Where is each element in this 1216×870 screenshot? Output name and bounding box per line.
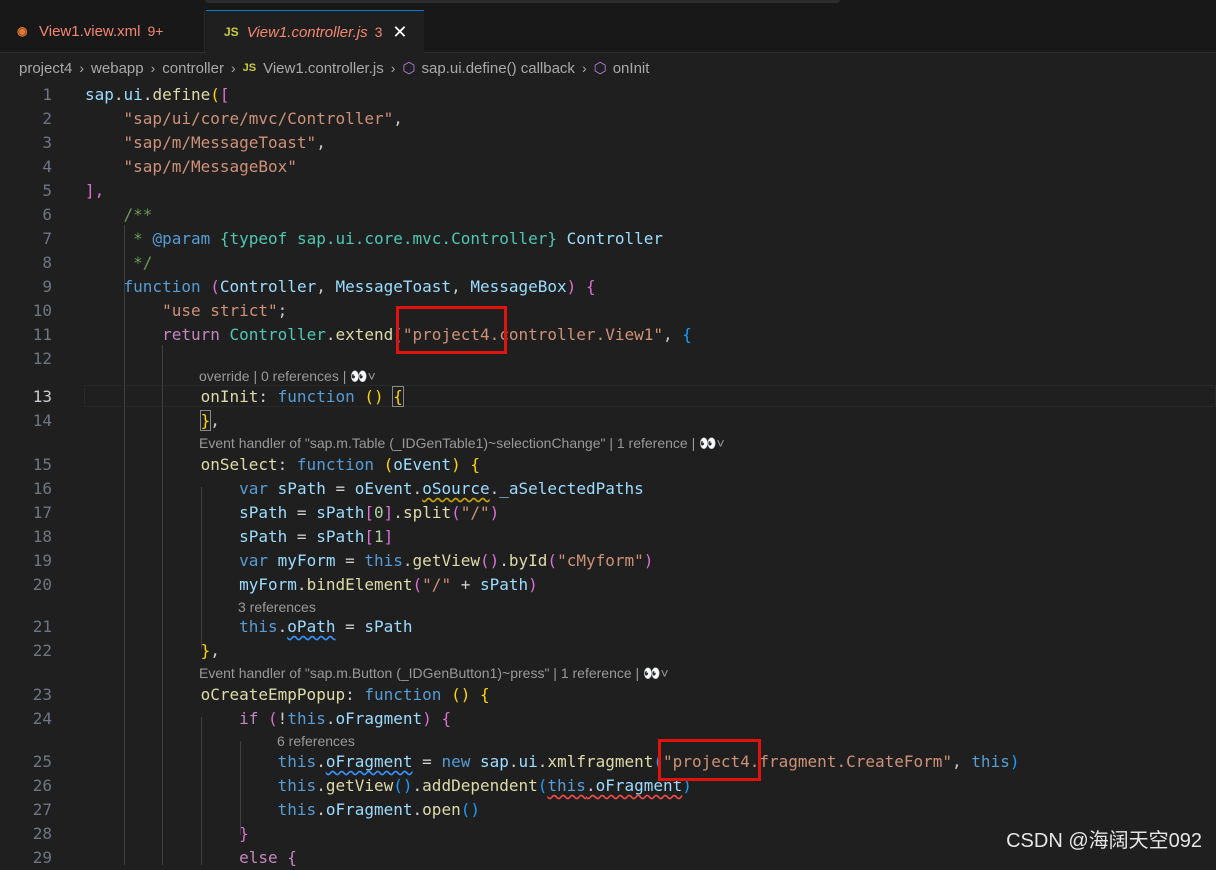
line-number: 7 <box>42 229 52 248</box>
code-line: 27 this.oFragment.open() <box>0 798 1216 822</box>
codelens-references[interactable]: 6 references <box>277 731 355 751</box>
tab-label: View1.controller.js <box>246 23 368 41</box>
line-number: 25 <box>32 752 52 771</box>
code-editor[interactable]: 1 sap.ui.define([ 2 "sap/ui/core/mvc/Con… <box>0 83 1216 867</box>
line-number: 24 <box>32 709 52 728</box>
line-number: 10 <box>32 301 52 320</box>
line-number: 22 <box>32 641 52 660</box>
code-line: 17 sPath = sPath[0].split("/") <box>0 501 1216 525</box>
line-number: 18 <box>32 527 52 546</box>
codelens-references[interactable]: override | 0 references | 👀˅ <box>199 366 376 386</box>
code-line: 5 ], <box>0 179 1216 203</box>
line-number: 6 <box>42 205 52 224</box>
code-line: 12 <box>0 347 1216 371</box>
code-line: 15 onSelect: function (oEvent) { <box>0 453 1216 477</box>
line-number: 28 <box>32 824 52 843</box>
line-number: 13 <box>32 387 52 406</box>
problem-count-badge: 9+ <box>147 23 164 39</box>
codelens-references[interactable]: 3 references <box>238 597 316 617</box>
chevron-right-icon: › <box>390 60 396 76</box>
line-number: 27 <box>32 800 52 819</box>
line-number: 21 <box>32 617 52 636</box>
chevron-right-icon: › <box>150 60 156 76</box>
code-line: 7 * @param {typeof sap.ui.core.mvc.Contr… <box>0 227 1216 251</box>
rss-icon: ◉ <box>17 24 28 38</box>
code-line: 20 myForm.bindElement("/" + sPath) <box>0 573 1216 597</box>
breadcrumb-callback[interactable]: sap.ui.define() callback <box>422 60 575 77</box>
line-number: 16 <box>32 479 52 498</box>
code-line: 3 "sap/m/MessageToast", <box>0 131 1216 155</box>
line-number: 14 <box>32 411 52 430</box>
code-line: 13 onInit: function () { <box>0 385 1216 409</box>
code-line: 21 this.oPath = sPath <box>0 615 1216 639</box>
chevron-right-icon: › <box>79 60 85 76</box>
line-number: 15 <box>32 455 52 474</box>
highlight-box-fragment-namespace <box>658 739 761 781</box>
title-strip <box>0 0 1216 10</box>
code-line: 9 function (Controller, MessageToast, Me… <box>0 275 1216 299</box>
chevron-right-icon: › <box>230 60 236 76</box>
code-line: 11 return Controller.extend("project4.co… <box>0 323 1216 347</box>
breadcrumb-project[interactable]: project4 <box>19 60 72 77</box>
codelens-event-handler[interactable]: Event handler of "sap.m.Table (_IDGenTab… <box>199 433 725 453</box>
line-number: 26 <box>32 776 52 795</box>
js-icon: JS <box>224 25 239 39</box>
code-line: 6 /** <box>0 203 1216 227</box>
code-line: 26 this.getView().addDependent(this.oFra… <box>0 774 1216 798</box>
line-number: 2 <box>42 109 52 128</box>
line-number: 3 <box>42 133 52 152</box>
breadcrumb-file[interactable]: View1.controller.js <box>263 60 384 77</box>
editor-tab-bar: ◉ View1.view.xml 9+ JS View1.controller.… <box>0 10 1216 53</box>
tab-view-xml[interactable]: ◉ View1.view.xml 9+ <box>0 10 205 52</box>
highlight-box-controller-namespace <box>396 306 507 354</box>
line-number: 23 <box>32 685 52 704</box>
line-number: 8 <box>42 253 52 272</box>
js-icon: JS <box>242 62 257 74</box>
line-number: 17 <box>32 503 52 522</box>
code-line: 19 var myForm = this.getView().byId("cMy… <box>0 549 1216 573</box>
method-cube-icon: ⬡ <box>402 60 416 77</box>
code-line: 1 sap.ui.define([ <box>0 83 1216 107</box>
chevron-right-icon: › <box>581 60 587 76</box>
code-line: 18 sPath = sPath[1] <box>0 525 1216 549</box>
code-line: 14 }, <box>0 409 1216 433</box>
breadcrumb-oninit[interactable]: onInit <box>613 60 650 77</box>
code-line: 4 "sap/m/MessageBox" <box>0 155 1216 179</box>
line-number: 4 <box>42 157 52 176</box>
line-number: 9 <box>42 277 52 296</box>
code-line: 24 if (!this.oFragment) { <box>0 707 1216 731</box>
breadcrumb-webapp[interactable]: webapp <box>91 60 144 77</box>
code-line: 10 "use strict"; <box>0 299 1216 323</box>
tab-label: View1.view.xml <box>39 22 141 40</box>
line-number: 5 <box>42 181 52 200</box>
close-icon[interactable]: ✕ <box>392 22 407 43</box>
line-number: 11 <box>32 325 52 344</box>
line-number: 19 <box>32 551 52 570</box>
line-number: 20 <box>32 575 52 594</box>
code-line: 23 oCreateEmpPopup: function () { <box>0 683 1216 707</box>
line-number: 12 <box>32 349 52 368</box>
codelens-event-handler[interactable]: Event handler of "sap.m.Button (_IDGenBu… <box>199 663 669 683</box>
line-number: 29 <box>32 848 52 867</box>
problem-count-badge: 3 <box>374 24 383 40</box>
code-line: 25 this.oFragment = new sap.ui.xmlfragme… <box>0 750 1216 774</box>
breadcrumb-controller[interactable]: controller <box>162 60 224 77</box>
method-cube-icon: ⬡ <box>593 60 607 77</box>
code-line: 8 */ <box>0 251 1216 275</box>
watermark: CSDN @海阔天空092 <box>1006 830 1202 852</box>
code-line: 2 "sap/ui/core/mvc/Controller", <box>0 107 1216 131</box>
line-number: 1 <box>42 85 52 104</box>
code-line: 16 var sPath = oEvent.oSource._aSelected… <box>0 477 1216 501</box>
tab-controller-js[interactable]: JS View1.controller.js 3 ✕ <box>206 10 424 53</box>
breadcrumb: project4 › webapp › controller › JS View… <box>0 53 1216 83</box>
scroll-indicator <box>205 0 840 3</box>
code-line: 22 }, <box>0 639 1216 663</box>
